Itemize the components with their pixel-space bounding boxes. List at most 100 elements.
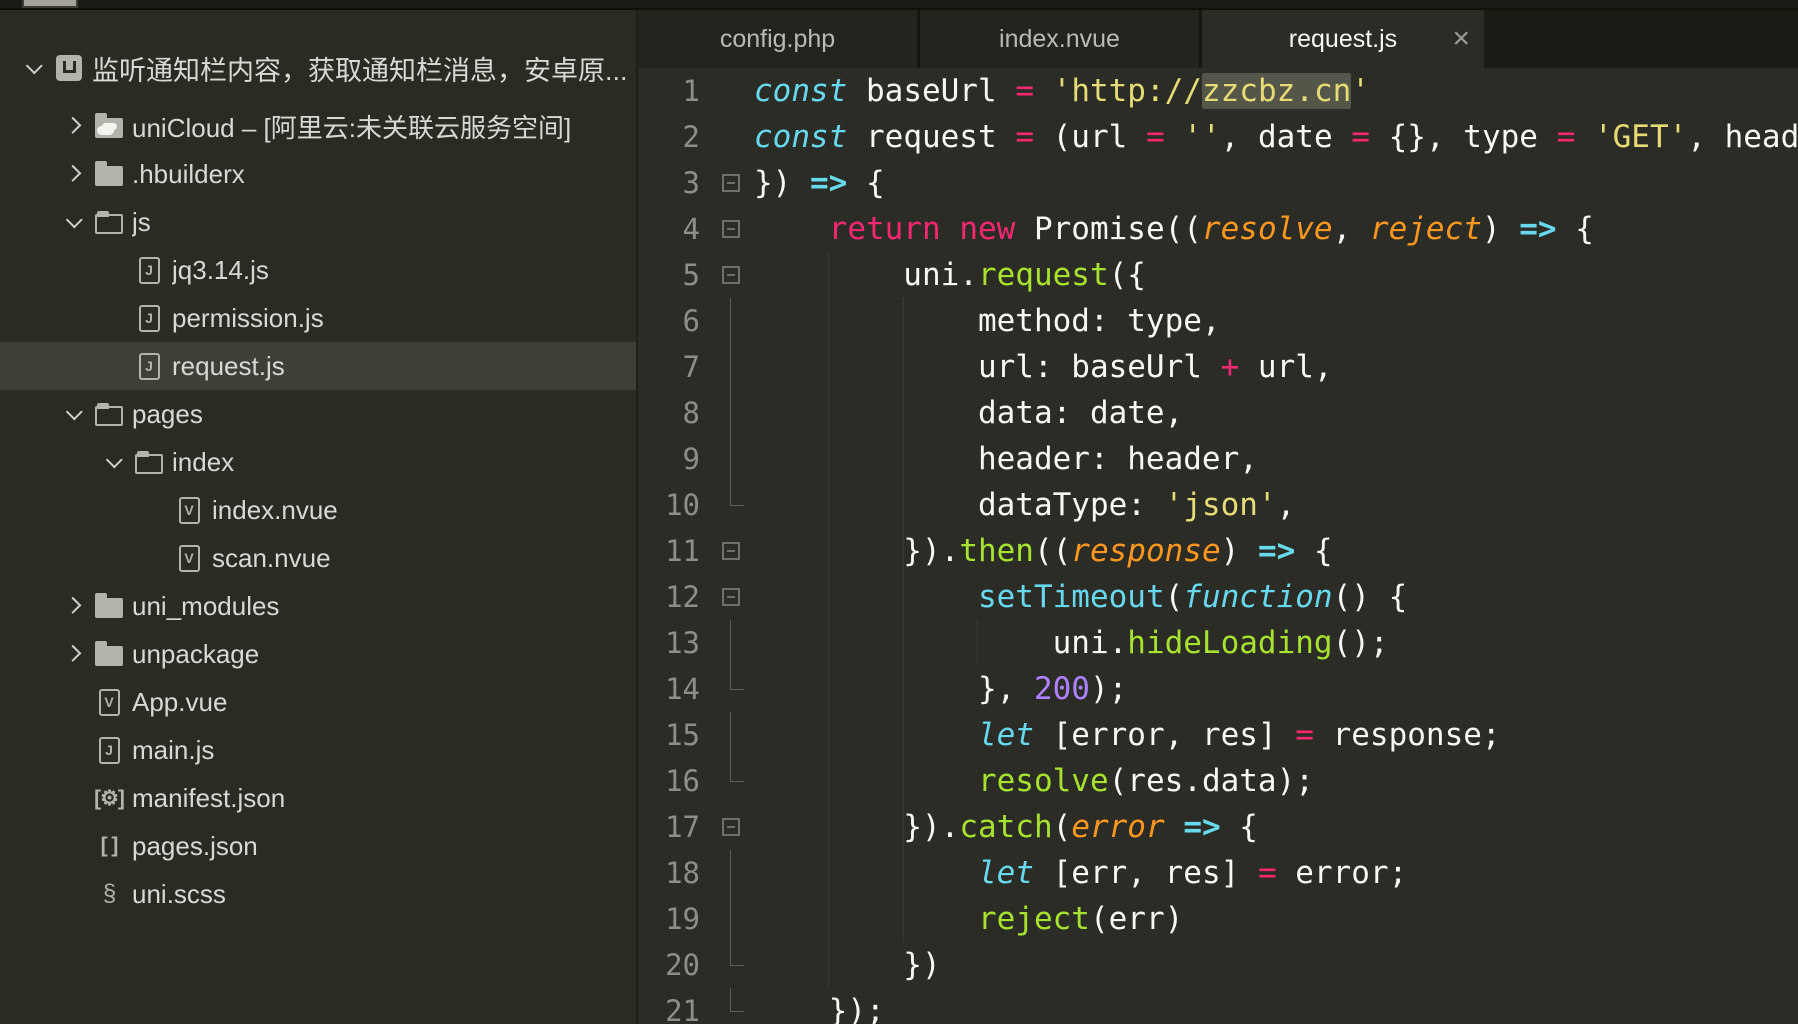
icon-slot <box>90 162 128 186</box>
chevron-right-icon[interactable] <box>64 597 81 614</box>
fold-extent-line <box>730 850 731 896</box>
tree-item[interactable]: pages <box>0 390 638 438</box>
indent-guide <box>977 620 978 666</box>
chevron-down-icon[interactable] <box>26 57 43 74</box>
tree-item[interactable]: Vscan.nvue <box>0 534 638 582</box>
close-icon[interactable]: × <box>1452 24 1470 54</box>
code-line: 5 uni.request({ <box>638 252 1798 298</box>
tree-item-label: index <box>172 447 234 478</box>
tree-item[interactable]: index <box>0 438 638 486</box>
tree-item[interactable]: Jjq3.14.js <box>0 246 638 294</box>
window-top-strip <box>0 0 1798 10</box>
token: 'http:// <box>1053 73 1202 109</box>
chevron-down-icon[interactable] <box>66 403 83 420</box>
icon-slot <box>50 55 88 81</box>
tree-item[interactable]: Vindex.nvue <box>0 486 638 534</box>
tree-item[interactable]: Jrequest.js <box>0 342 638 390</box>
chevron-down-icon[interactable] <box>106 451 123 468</box>
tree-item[interactable]: §uni.scss <box>0 870 638 918</box>
code-text: url: baseUrl + url, <box>754 344 1333 390</box>
token: }); <box>754 993 885 1024</box>
token: request <box>847 119 1015 155</box>
json-file-icon: [ ] <box>101 834 118 858</box>
fold-toggle-icon[interactable] <box>722 220 740 238</box>
fold-extent-line <box>730 712 731 758</box>
code-line: 11 }).then((response) => { <box>638 528 1798 574</box>
token: header: header, <box>754 441 1258 477</box>
fold-column <box>710 252 754 298</box>
token: '' <box>1183 119 1220 155</box>
code-line: 1const baseUrl = 'http://zzcbz.cn' <box>638 68 1798 114</box>
fold-extent-line <box>730 390 731 436</box>
icon-slot <box>90 402 128 426</box>
cloud-folder-icon <box>95 118 123 138</box>
toolbar-button-fragment[interactable] <box>22 0 78 8</box>
line-number: 20 <box>638 942 710 988</box>
folder-open-icon <box>95 214 123 234</box>
tree-item[interactable]: .hbuilderx <box>0 150 638 198</box>
tree-item-label: request.js <box>172 351 285 382</box>
fold-toggle-icon[interactable] <box>722 818 740 836</box>
vue-file-icon: V <box>179 497 200 524</box>
token: }). <box>754 809 959 845</box>
tab-label: index.nvue <box>999 25 1120 54</box>
vue-file-icon: V <box>99 689 120 716</box>
code-line: 12 setTimeout(function() { <box>638 574 1798 620</box>
icon-slot: J <box>130 353 168 380</box>
tree-item[interactable]: 监听通知栏内容，获取通知栏消息，安卓原... <box>0 44 638 92</box>
cloud-glyph <box>97 126 114 135</box>
token: (err) <box>1090 901 1183 937</box>
tree-item[interactable]: unpackage <box>0 630 638 678</box>
tree-item[interactable]: VApp.vue <box>0 678 638 726</box>
fold-toggle-icon[interactable] <box>722 174 740 192</box>
tree-item-label: scan.nvue <box>212 543 331 574</box>
fold-toggle-icon[interactable] <box>722 588 740 606</box>
tree-item[interactable]: [⚙]manifest.json <box>0 774 638 822</box>
code-text: dataType: 'json', <box>754 482 1295 528</box>
token: response; <box>1314 717 1501 753</box>
token: { <box>847 165 884 201</box>
token: (( <box>1034 533 1071 569</box>
tab-index.nvue[interactable]: index.nvue <box>920 10 1202 68</box>
tab-config.php[interactable]: config.php <box>638 10 920 68</box>
tree-item[interactable]: [ ]pages.json <box>0 822 638 870</box>
chevron-slot <box>20 62 50 74</box>
chevron-slot <box>100 456 130 468</box>
line-number: 4 <box>638 206 710 252</box>
fold-column <box>710 344 754 390</box>
chevron-slot <box>60 120 90 132</box>
token <box>754 855 978 891</box>
tree-item[interactable]: uniCloud – [阿里云:未关联云服务空间] <box>0 102 638 150</box>
fold-toggle-icon[interactable] <box>722 266 740 284</box>
token: = <box>1258 855 1277 891</box>
tree-item[interactable]: Jmain.js <box>0 726 638 774</box>
tree-item[interactable]: js <box>0 198 638 246</box>
code-line: 7 url: baseUrl + url, <box>638 344 1798 390</box>
fold-end-tick <box>730 781 744 782</box>
token: => <box>1519 211 1556 247</box>
fold-extent-line <box>730 482 731 505</box>
chevron-right-icon[interactable] <box>64 165 81 182</box>
token <box>754 717 978 753</box>
tree-item-label: manifest.json <box>132 783 285 814</box>
token: {}, type <box>1370 119 1557 155</box>
tree-item[interactable]: Jpermission.js <box>0 294 638 342</box>
token: data: date, <box>754 395 1183 431</box>
line-number: 6 <box>638 298 710 344</box>
tree-item-label: 监听通知栏内容，获取通知栏消息，安卓原... <box>92 49 628 88</box>
fold-toggle-icon[interactable] <box>722 542 740 560</box>
tree-item[interactable]: uni_modules <box>0 582 638 630</box>
tab-request.js[interactable]: request.js× <box>1202 10 1484 68</box>
token: method: type, <box>754 303 1221 339</box>
token: ) <box>1221 533 1258 569</box>
chevron-right-icon[interactable] <box>64 117 81 134</box>
tree-item-label: unpackage <box>132 639 259 670</box>
token: => <box>810 165 847 201</box>
token: = <box>1351 119 1370 155</box>
token: ({ <box>1109 257 1146 293</box>
editor-tab-bar: config.php index.nvue request.js× <box>638 10 1798 68</box>
chevron-right-icon[interactable] <box>64 645 81 662</box>
chevron-down-icon[interactable] <box>66 211 83 228</box>
code-editor[interactable]: 1const baseUrl = 'http://zzcbz.cn'2const… <box>638 68 1798 1024</box>
folder-open-icon <box>135 454 163 474</box>
